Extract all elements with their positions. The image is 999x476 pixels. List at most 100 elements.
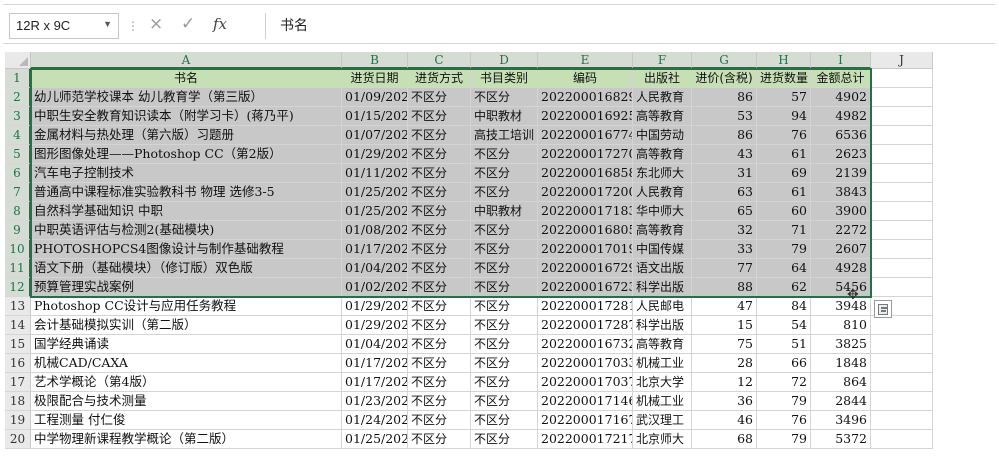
data-cell[interactable]: 不区分 [408, 430, 471, 449]
data-cell[interactable]: 机械工业 [633, 392, 692, 411]
header-cell[interactable]: 进货数量 [757, 69, 811, 88]
data-cell[interactable]: 预算管理实战案例 [31, 278, 342, 297]
data-cell[interactable] [871, 430, 933, 449]
data-cell[interactable]: 不区分 [471, 430, 538, 449]
data-cell[interactable]: 01/11/2022 [342, 164, 408, 183]
data-cell[interactable]: 202200017287 [538, 316, 633, 335]
chevron-down-icon[interactable]: ▼ [103, 19, 112, 29]
data-cell[interactable]: 5372 [811, 430, 871, 449]
data-cell[interactable]: 36 [692, 392, 757, 411]
row-header-14[interactable]: 14 [5, 316, 31, 335]
data-cell[interactable]: 中职教材 [471, 202, 538, 221]
data-cell[interactable]: 不区分 [408, 183, 471, 202]
data-cell[interactable]: 202200017200 [538, 183, 633, 202]
data-cell[interactable]: PHOTOSHOPCS4图像设计与制作基础教程 [31, 240, 342, 259]
data-cell[interactable]: 6536 [811, 126, 871, 145]
data-cell[interactable]: 3948 [811, 297, 871, 316]
data-cell[interactable]: 不区分 [471, 297, 538, 316]
data-cell[interactable]: 01/02/2022 [342, 278, 408, 297]
quick-analysis-button[interactable] [874, 300, 892, 318]
data-cell[interactable]: 28 [692, 354, 757, 373]
data-cell[interactable]: 63 [692, 183, 757, 202]
data-cell[interactable]: 不区分 [408, 373, 471, 392]
row-header-6[interactable]: 6 [5, 164, 31, 183]
data-cell[interactable]: 202200016723 [538, 278, 633, 297]
data-cell[interactable]: 01/04/2022 [342, 259, 408, 278]
data-cell[interactable]: 2844 [811, 392, 871, 411]
data-cell[interactable]: 32 [692, 221, 757, 240]
data-cell[interactable]: 01/17/2022 [342, 354, 408, 373]
data-cell[interactable]: 68 [692, 430, 757, 449]
data-cell[interactable]: 51 [757, 335, 811, 354]
data-cell[interactable]: 会计基础模拟实训（第二版） [31, 316, 342, 335]
data-cell[interactable] [871, 335, 933, 354]
row-header-19[interactable]: 19 [5, 411, 31, 430]
data-cell[interactable]: 01/29/2022 [342, 297, 408, 316]
data-cell[interactable]: 202200017146 [538, 392, 633, 411]
data-cell[interactable]: 43 [692, 145, 757, 164]
select-all-button[interactable] [5, 52, 31, 69]
header-cell[interactable]: 书名 [31, 69, 342, 88]
data-cell[interactable]: 47 [692, 297, 757, 316]
data-cell[interactable]: 202200017037 [538, 373, 633, 392]
data-cell[interactable]: 工程测量 付仁俊 [31, 411, 342, 430]
data-cell[interactable]: 72 [757, 373, 811, 392]
data-cell[interactable]: 中学物理新课程教学概论（第二版） [31, 430, 342, 449]
data-cell[interactable]: 北京大学 [633, 373, 692, 392]
data-cell[interactable] [871, 164, 933, 183]
data-cell[interactable]: Photoshop CC设计与应用任务教程 [31, 297, 342, 316]
data-cell[interactable]: 46 [692, 411, 757, 430]
data-cell[interactable] [871, 221, 933, 240]
row-header-12[interactable]: 12 [5, 278, 31, 297]
data-cell[interactable]: 不区分 [471, 183, 538, 202]
data-cell[interactable]: 不区分 [408, 411, 471, 430]
row-header-20[interactable]: 20 [5, 430, 31, 449]
name-box[interactable]: 12R x 9C ▼ [9, 13, 119, 39]
row-header-15[interactable]: 15 [5, 335, 31, 354]
data-cell[interactable]: 01/04/2022 [342, 335, 408, 354]
data-cell[interactable] [871, 107, 933, 126]
header-cell[interactable] [871, 69, 933, 88]
data-cell[interactable]: 2139 [811, 164, 871, 183]
data-cell[interactable]: 不区分 [471, 145, 538, 164]
data-cell[interactable]: 不区分 [471, 259, 538, 278]
enter-icon[interactable]: ✓ [181, 14, 195, 34]
row-header-16[interactable]: 16 [5, 354, 31, 373]
row-header-2[interactable]: 2 [5, 88, 31, 107]
data-cell[interactable]: 不区分 [471, 392, 538, 411]
data-cell[interactable]: 语文出版 [633, 259, 692, 278]
data-cell[interactable]: 864 [811, 373, 871, 392]
data-cell[interactable]: 202200016829 [538, 88, 633, 107]
data-cell[interactable]: 不区分 [408, 335, 471, 354]
data-cell[interactable]: 94 [757, 107, 811, 126]
data-cell[interactable]: 华中师大 [633, 202, 692, 221]
data-cell[interactable]: 01/15/2022 [342, 107, 408, 126]
data-cell[interactable] [871, 126, 933, 145]
row-header-11[interactable]: 11 [5, 259, 31, 278]
data-cell[interactable] [871, 278, 933, 297]
data-cell[interactable]: 01/17/2022 [342, 240, 408, 259]
data-cell[interactable]: 不区分 [408, 126, 471, 145]
data-cell[interactable]: 人民教育 [633, 183, 692, 202]
column-header-c[interactable]: C [408, 52, 471, 69]
data-cell[interactable]: 机械CAD/CAXA [31, 354, 342, 373]
column-header-a[interactable]: A [31, 52, 342, 69]
data-cell[interactable]: 79 [757, 240, 811, 259]
data-cell[interactable]: 84 [757, 297, 811, 316]
data-cell[interactable]: 不区分 [408, 202, 471, 221]
data-cell[interactable]: 3843 [811, 183, 871, 202]
data-cell[interactable]: 不区分 [471, 411, 538, 430]
data-cell[interactable]: 中职教材 [471, 107, 538, 126]
data-cell[interactable]: 图形图像处理——Photoshop CC（第2版） [31, 145, 342, 164]
data-cell[interactable] [871, 392, 933, 411]
header-cell[interactable]: 进货方式 [408, 69, 471, 88]
row-header-13[interactable]: 13 [5, 297, 31, 316]
data-cell[interactable] [871, 202, 933, 221]
data-cell[interactable]: 71 [757, 221, 811, 240]
data-cell[interactable]: 53 [692, 107, 757, 126]
column-header-g[interactable]: G [692, 52, 757, 69]
data-cell[interactable]: 不区分 [408, 145, 471, 164]
data-cell[interactable]: 科学出版 [633, 316, 692, 335]
data-cell[interactable]: 79 [757, 430, 811, 449]
data-cell[interactable]: 4928 [811, 259, 871, 278]
